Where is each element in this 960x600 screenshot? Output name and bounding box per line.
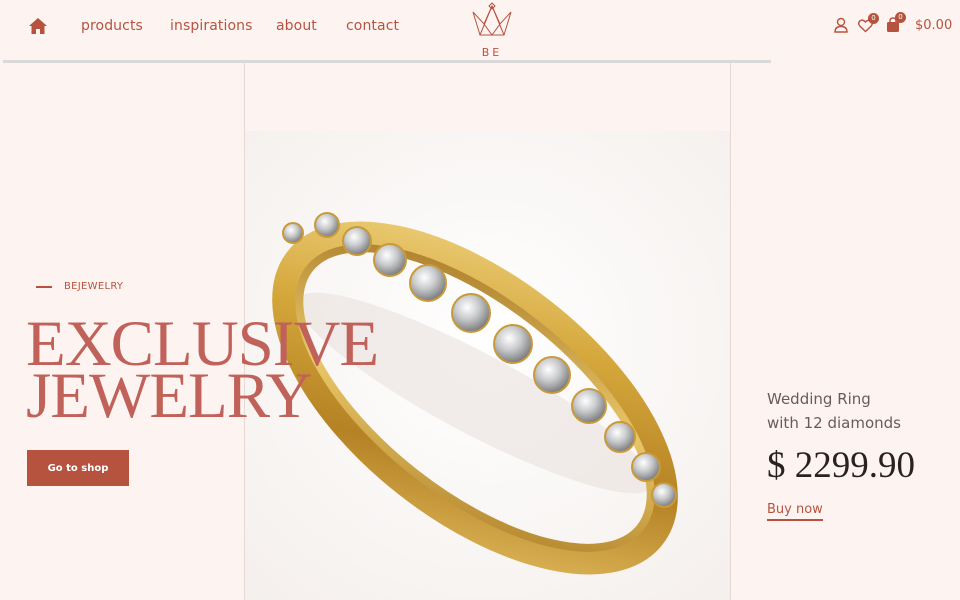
go-to-shop-button[interactable]: Go to shop (27, 450, 129, 486)
product-price: $ 2299.90 (767, 445, 915, 486)
buy-now-link[interactable]: Buy now (767, 502, 823, 521)
logo-text: BE (481, 46, 503, 59)
wishlist-count-badge: 0 (868, 13, 879, 24)
product-name-line-2: with 12 diamonds (767, 414, 901, 432)
cart-total: $0.00 (915, 18, 953, 33)
brand-logo[interactable]: BE (470, 2, 514, 60)
nav-contact[interactable]: contact (346, 18, 399, 34)
panel-divider-right (730, 63, 731, 600)
product-name: Wedding Ring with 12 diamonds (767, 387, 901, 435)
cart-count-badge: 0 (895, 12, 906, 23)
product-name-line-1: Wedding Ring (767, 390, 871, 408)
nav-about[interactable]: about (276, 18, 317, 34)
eyebrow-dash (36, 286, 52, 288)
site-header: products inspirations about contact BE 0… (0, 0, 960, 63)
crown-logo-icon (472, 2, 512, 36)
home-icon[interactable] (28, 17, 48, 35)
cart-button[interactable]: 0 (886, 12, 906, 37)
hero-eyebrow: BEJEWELRY (64, 281, 124, 292)
nav-products[interactable]: products (81, 18, 143, 34)
wishlist-button[interactable]: 0 (858, 13, 879, 37)
user-icon[interactable] (834, 17, 848, 37)
nav-inspirations[interactable]: inspirations (170, 18, 252, 34)
hero-title: EXCLUSIVE JEWELRY (26, 312, 379, 429)
